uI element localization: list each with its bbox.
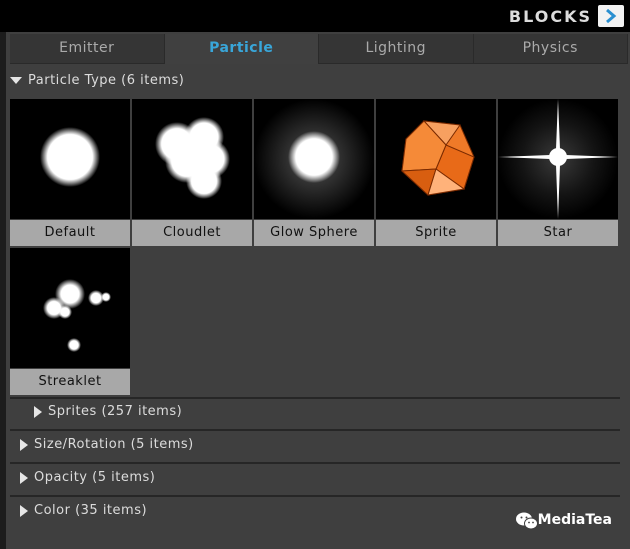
section-opacity-label: Opacity (5 items) [34,470,156,485]
cloudlet-label: Cloudlet [132,220,252,246]
sprite-label: Sprite [376,220,496,246]
streaklet-label: Streaklet [10,369,130,395]
cloudlet-preview [132,99,252,219]
default-label: Default [10,220,130,246]
section-sprites[interactable]: Sprites (257 items) [34,398,182,426]
streaklet-preview [10,248,130,368]
tab-physics[interactable]: Physics [473,34,628,64]
panel-title: BLOCKS [508,7,592,26]
tab-emitter[interactable]: Emitter [10,34,165,64]
triangle-right-icon [20,438,28,451]
default-preview [10,99,130,219]
glow-sphere-preview [254,99,374,219]
panel-edge [0,32,6,549]
star-preview [498,99,618,219]
section-size-rotation-label: Size/Rotation (5 items) [34,437,194,452]
tab-lighting[interactable]: Lighting [319,34,474,64]
tab-particle[interactable]: Particle [164,34,319,64]
triangle-down-icon [10,77,22,84]
particle-sprite[interactable]: Sprite [376,99,496,246]
triangle-right-icon [34,405,42,418]
wechat-icon [516,512,538,530]
glow-sphere-label: Glow Sphere [254,220,374,246]
chevron-right-icon [606,9,617,23]
triangle-right-icon [20,471,28,484]
particle-streaklet[interactable]: Streaklet [10,248,130,395]
section-color[interactable]: Color (35 items) [20,497,147,525]
section-particle-type[interactable]: Particle Type (6 items) [10,67,184,95]
title-bar: BLOCKS [0,0,630,32]
tab-bar: Emitter Particle Lighting Physics [10,34,628,64]
triangle-right-icon [20,504,28,517]
section-color-label: Color (35 items) [34,503,148,518]
sprite-preview [376,99,496,219]
particle-star[interactable]: Star [498,99,618,246]
watermark-text: MediaTea [537,512,612,528]
section-size-rotation[interactable]: Size/Rotation (5 items) [20,431,194,459]
expand-button[interactable] [598,5,624,27]
section-opacity[interactable]: Opacity (5 items) [20,464,155,492]
particle-cloudlet[interactable]: Cloudlet [132,99,252,246]
particle-glow-sphere[interactable]: Glow Sphere [254,99,374,246]
star-label: Star [498,220,618,246]
particle-default[interactable]: Default [10,99,130,246]
section-particle-type-label: Particle Type (6 items) [28,73,185,88]
section-sprites-label: Sprites (257 items) [48,404,183,419]
